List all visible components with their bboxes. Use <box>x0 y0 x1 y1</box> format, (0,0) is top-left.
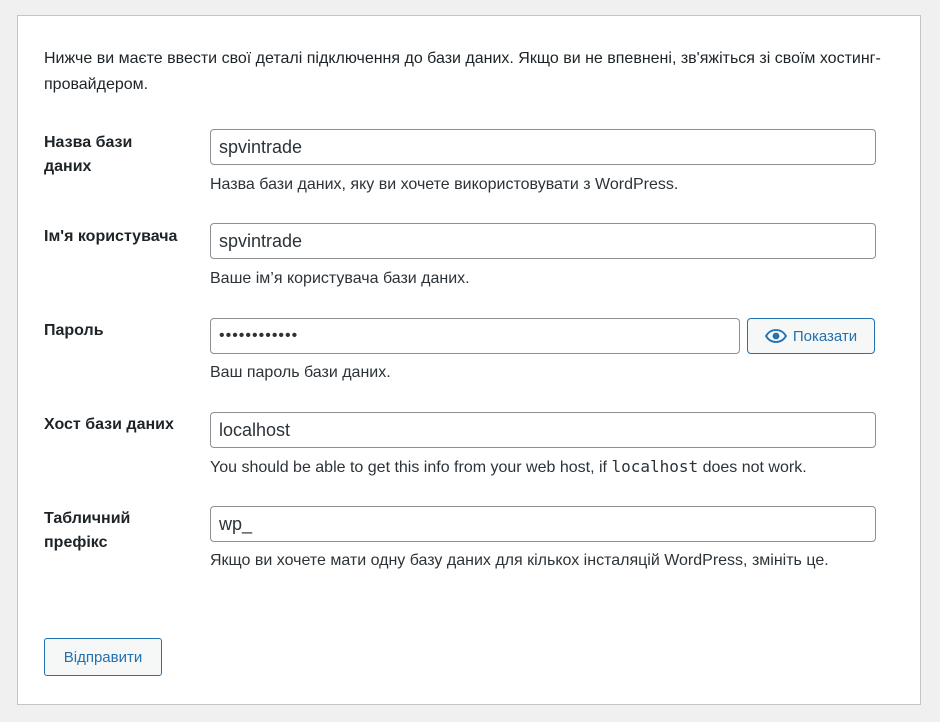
password-description: Ваш пароль бази даних. <box>210 364 391 381</box>
show-password-button[interactable]: Показати <box>747 318 875 354</box>
host-label: Хост бази даних <box>44 416 174 433</box>
username-description: Ваше ім’я користувача бази даних. <box>210 270 470 287</box>
password-input[interactable]: •••••••••••• <box>210 318 740 354</box>
prefix-label: Табличний префікс <box>44 510 131 551</box>
dbname-description: Назва бази даних, яку ви хочете використ… <box>210 176 679 193</box>
prefix-input[interactable]: wp_ <box>210 506 876 542</box>
intro-text: Нижче ви маєте ввести свої деталі підклю… <box>44 50 881 93</box>
host-description: You should be able to get this info from… <box>210 454 882 480</box>
password-label: Пароль <box>44 322 104 339</box>
dbname-label: Назва бази даних <box>44 134 133 175</box>
show-password-label: Показати <box>792 327 858 345</box>
host-input[interactable]: localhost <box>210 412 876 448</box>
username-input[interactable]: spvintrade <box>210 223 876 259</box>
eye-icon <box>764 329 787 343</box>
host-description-text: You should be able to get this info from… <box>210 459 612 476</box>
host-description-text-end: does not work. <box>698 459 807 476</box>
prefix-description: Якщо ви хочете мати одну базу даних для … <box>210 552 829 569</box>
submit-button[interactable]: Відправити <box>44 638 162 676</box>
dbname-input[interactable]: spvintrade <box>210 129 876 165</box>
username-label: Ім'я користувача <box>44 228 178 245</box>
setup-form-panel: Нижче ви маєте ввести свої деталі підклю… <box>17 15 921 705</box>
host-description-code: localhost <box>611 457 699 476</box>
